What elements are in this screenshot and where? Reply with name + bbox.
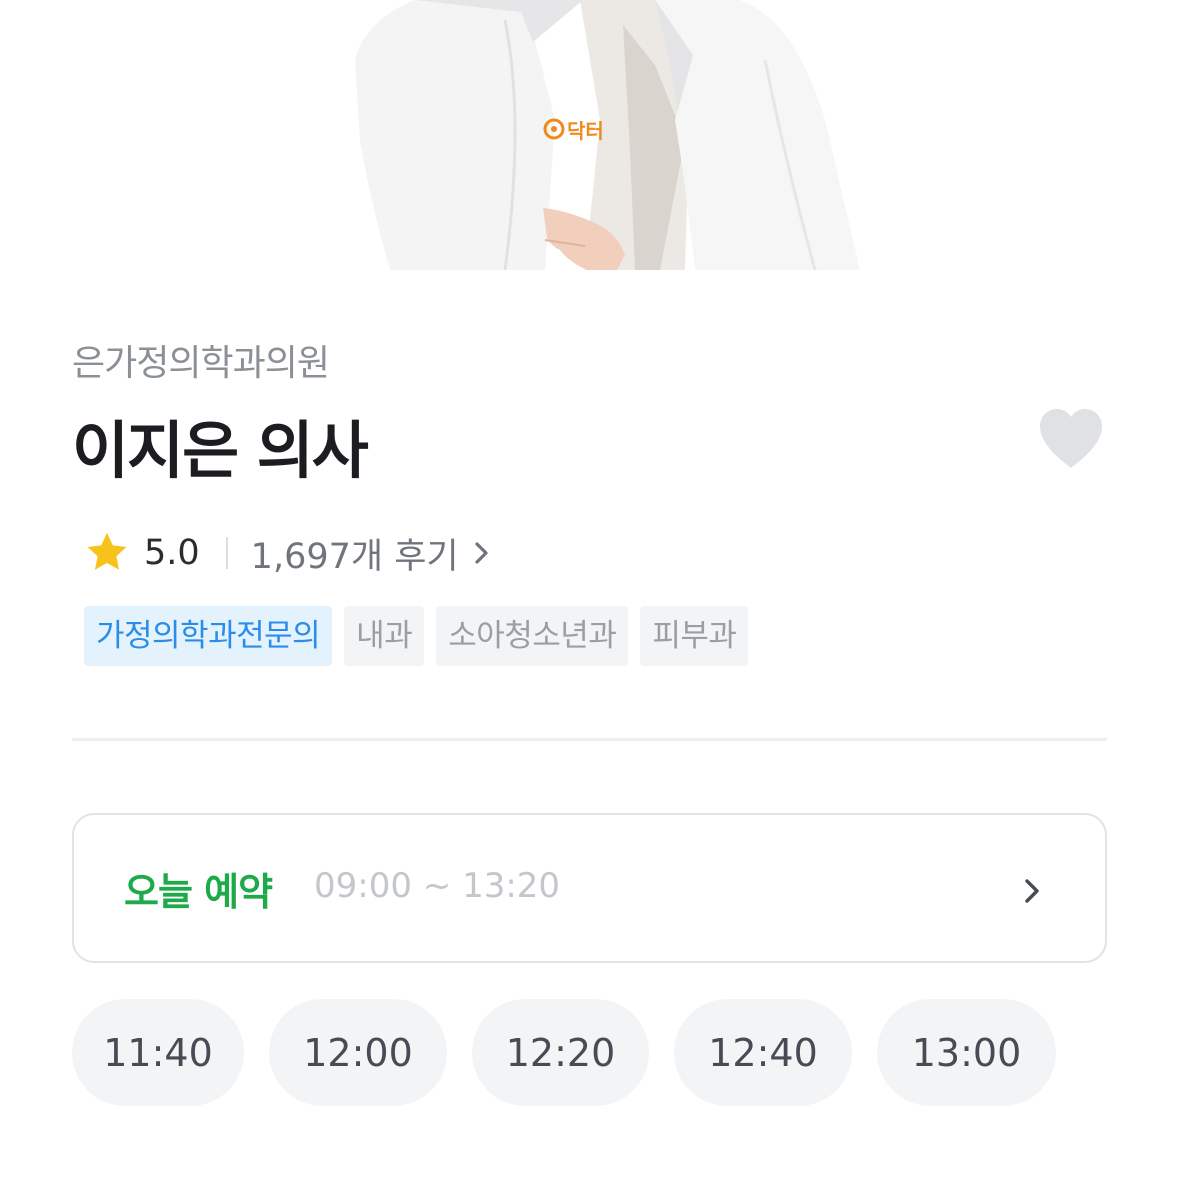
tag-family-medicine: 가정의학과전문의 xyxy=(84,606,333,666)
booking-title: 오늘 예약 xyxy=(124,870,273,914)
photo-badge-text: 닥터 xyxy=(567,119,604,143)
time-slot-button[interactable]: 11:40 xyxy=(72,999,244,1106)
tag-pediatrics: 소아청소년과 xyxy=(436,606,629,666)
time-slot-button[interactable]: 12:40 xyxy=(674,999,852,1106)
booking-hours: 09:00 ~ 13:20 xyxy=(314,866,561,906)
favorite-button[interactable] xyxy=(1036,406,1106,472)
doctor-name: 이지은 의사 xyxy=(72,414,369,487)
rating-row: 5.0 1,697개 후기 xyxy=(84,528,491,579)
rating-divider xyxy=(225,537,228,569)
tag-internal-medicine: 내과 xyxy=(344,606,425,666)
review-count: 1,697개 후기 xyxy=(250,536,459,577)
time-slot-button[interactable]: 12:00 xyxy=(269,999,447,1106)
specialty-tags: 가정의학과전문의 내과 소아청소년과 피부과 xyxy=(84,606,749,666)
time-slot-button[interactable]: 13:00 xyxy=(877,999,1056,1106)
heart-icon xyxy=(1040,409,1102,468)
tag-dermatology: 피부과 xyxy=(640,606,749,666)
chevron-right-icon xyxy=(1025,879,1039,903)
hospital-name: 은가정의학과의원 xyxy=(72,343,330,384)
doctor-photo: 닥터 xyxy=(355,0,860,270)
time-slot-button[interactable]: 12:20 xyxy=(472,999,649,1106)
section-divider xyxy=(72,738,1107,741)
chevron-right-icon xyxy=(475,542,488,564)
rating-score: 5.0 xyxy=(144,533,200,573)
today-booking-card[interactable]: 오늘 예약 09:00 ~ 13:20 xyxy=(72,813,1107,963)
star-icon xyxy=(87,533,127,570)
review-link[interactable]: 1,697개 후기 xyxy=(251,528,491,579)
